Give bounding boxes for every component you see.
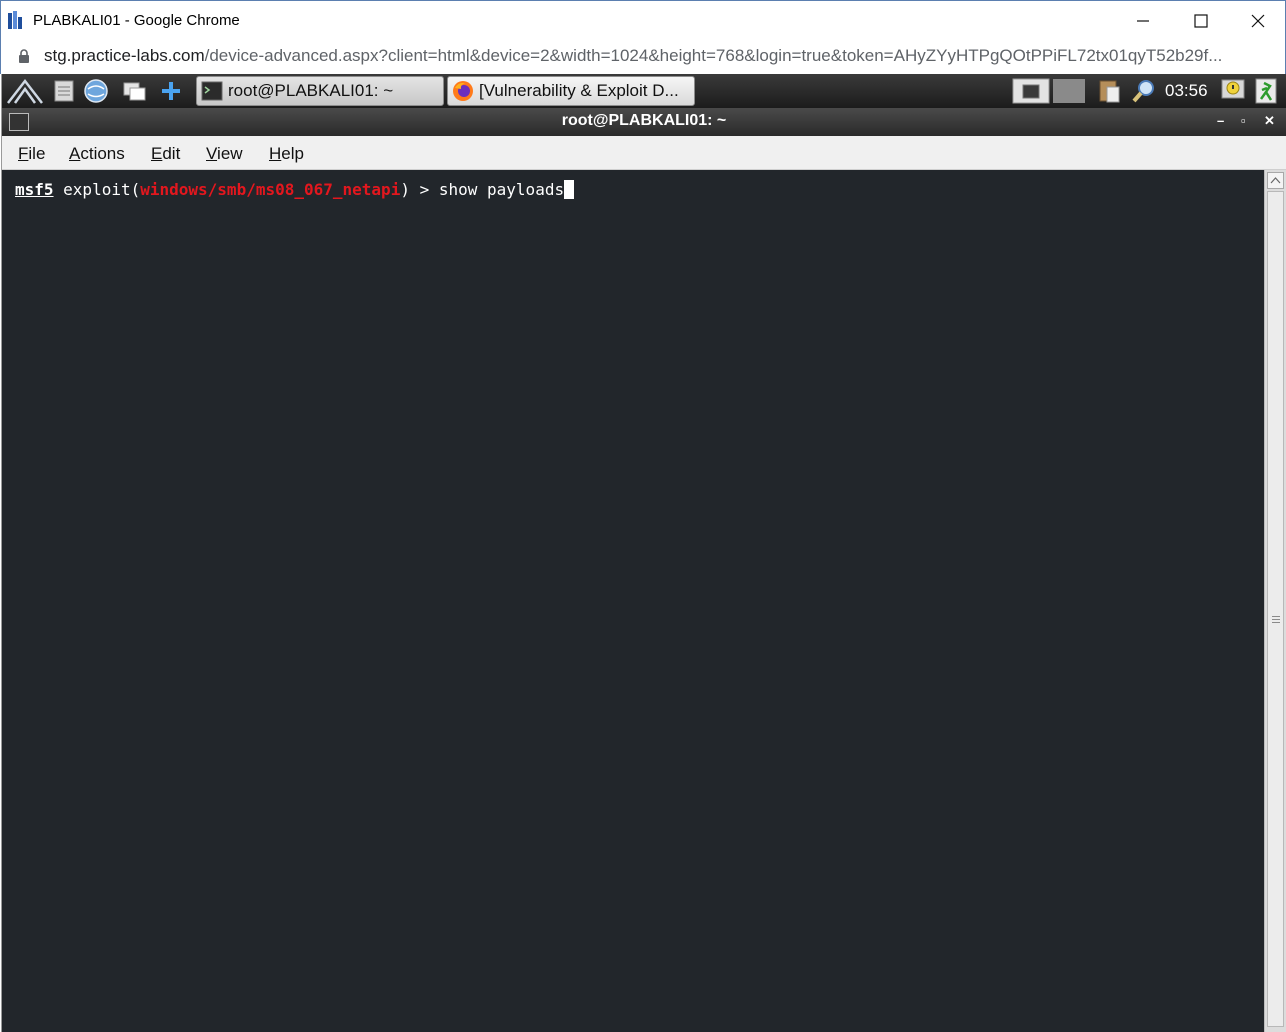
window-title: PLABKALI01 - Google Chrome — [33, 12, 240, 29]
maximize-icon — [1194, 13, 1208, 28]
address-bar[interactable]: stg.practice-labs.com/device-advanced.as… — [0, 39, 1286, 74]
menu-file[interactable]: File — [18, 144, 45, 164]
menu-help[interactable]: Help — [269, 144, 304, 164]
scroll-up-arrow[interactable] — [1267, 172, 1284, 189]
menu-edit-mnemonic: E — [151, 144, 163, 163]
menu-actions-mnemonic: A — [69, 144, 81, 163]
show-desktop-icon[interactable] — [120, 77, 148, 105]
terminal-titlebar: root@PLABKALI01: ~ – ▫ ✕ — [2, 108, 1286, 136]
scroll-grip — [1272, 616, 1280, 617]
maximize-button[interactable] — [1172, 1, 1230, 40]
exploit-prefix: exploit( — [53, 180, 141, 199]
minimize-icon — [1137, 19, 1149, 22]
browser-globe-icon[interactable] — [82, 77, 110, 105]
terminal-close-icon[interactable]: ✕ — [1264, 113, 1275, 129]
close-icon — [1251, 14, 1265, 27]
terminal-title: root@PLABKALI01: ~ — [561, 112, 727, 129]
menu-file-label: ile — [28, 144, 46, 163]
terminal-output[interactable]: msf5 exploit(windows/smb/ms08_067_netapi… — [2, 170, 1264, 1032]
updates-notification-icon[interactable] — [1219, 77, 1247, 105]
terminal-icon — [201, 81, 223, 101]
clock: 03:56 — [1165, 81, 1208, 100]
chrome-title-bar: PLABKALI01 - Google Chrome — [0, 0, 1286, 39]
lock-icon — [19, 49, 29, 63]
text-cursor — [564, 180, 575, 199]
close-button[interactable] — [1229, 1, 1286, 40]
terminal-maximize-icon[interactable]: ▫ — [1241, 113, 1246, 128]
menu-view-mnemonic: V — [206, 144, 218, 163]
menu-view[interactable]: View — [206, 144, 243, 164]
kali-taskbar: root@PLABKALI01: ~ [Vulnerability & Expl… — [2, 74, 1286, 108]
task-terminal[interactable]: root@PLABKALI01: ~ — [196, 76, 444, 106]
chevron-up-icon — [1270, 177, 1281, 184]
minimize-button[interactable] — [1114, 1, 1172, 40]
exploit-module: windows/smb/ms08_067_netapi — [140, 180, 401, 199]
exploit-suffix: ) > — [400, 180, 439, 199]
file-manager-icon[interactable] — [50, 77, 78, 105]
menu-view-label: iew — [217, 144, 243, 163]
url-host: stg.practice-labs.com — [44, 46, 205, 65]
typed-command: show payloads — [438, 180, 565, 199]
msf-prompt: msf5 — [15, 180, 54, 199]
url-path: /device-advanced.aspx?client=html&device… — [204, 46, 1223, 65]
clipboard-icon[interactable] — [1095, 77, 1123, 105]
url-text[interactable]: stg.practice-labs.com/device-advanced.as… — [44, 46, 1222, 66]
task-firefox-label: [Vulnerability & Exploit D... — [479, 81, 679, 100]
terminal-minimize-icon[interactable]: – — [1217, 113, 1224, 128]
command-line: msf5 exploit(windows/smb/ms08_067_netapi… — [15, 180, 575, 199]
logout-icon[interactable] — [1252, 77, 1280, 105]
menu-actions[interactable]: Actions — [69, 144, 125, 164]
task-terminal-label: root@PLABKALI01: ~ — [228, 81, 394, 100]
menu-file-mnemonic: F — [18, 144, 29, 163]
menu-edit[interactable]: Edit — [151, 144, 180, 164]
practice-labs-icon — [8, 11, 22, 29]
scroll-thumb[interactable] — [1267, 191, 1284, 1027]
kali-menu-icon[interactable] — [6, 77, 44, 105]
search-icon[interactable] — [1130, 77, 1158, 105]
workspace-pager-icon[interactable] — [1012, 77, 1050, 105]
menu-actions-label: ctions — [80, 144, 125, 163]
workspace-2-icon[interactable] — [1052, 77, 1086, 105]
task-firefox[interactable]: [Vulnerability & Exploit D... — [447, 76, 695, 106]
terminal-scrollbar[interactable] — [1264, 170, 1286, 1032]
firefox-icon — [453, 81, 473, 101]
menu-edit-label: dit — [162, 144, 181, 163]
menu-help-label: elp — [281, 144, 304, 163]
remote-desktop: root@PLABKALI01: ~ [Vulnerability & Expl… — [1, 74, 1286, 1032]
add-workspace-icon[interactable] — [157, 77, 185, 105]
terminal-menubar: File Actions Edit View Help — [2, 136, 1286, 170]
menu-help-mnemonic: H — [269, 144, 282, 163]
